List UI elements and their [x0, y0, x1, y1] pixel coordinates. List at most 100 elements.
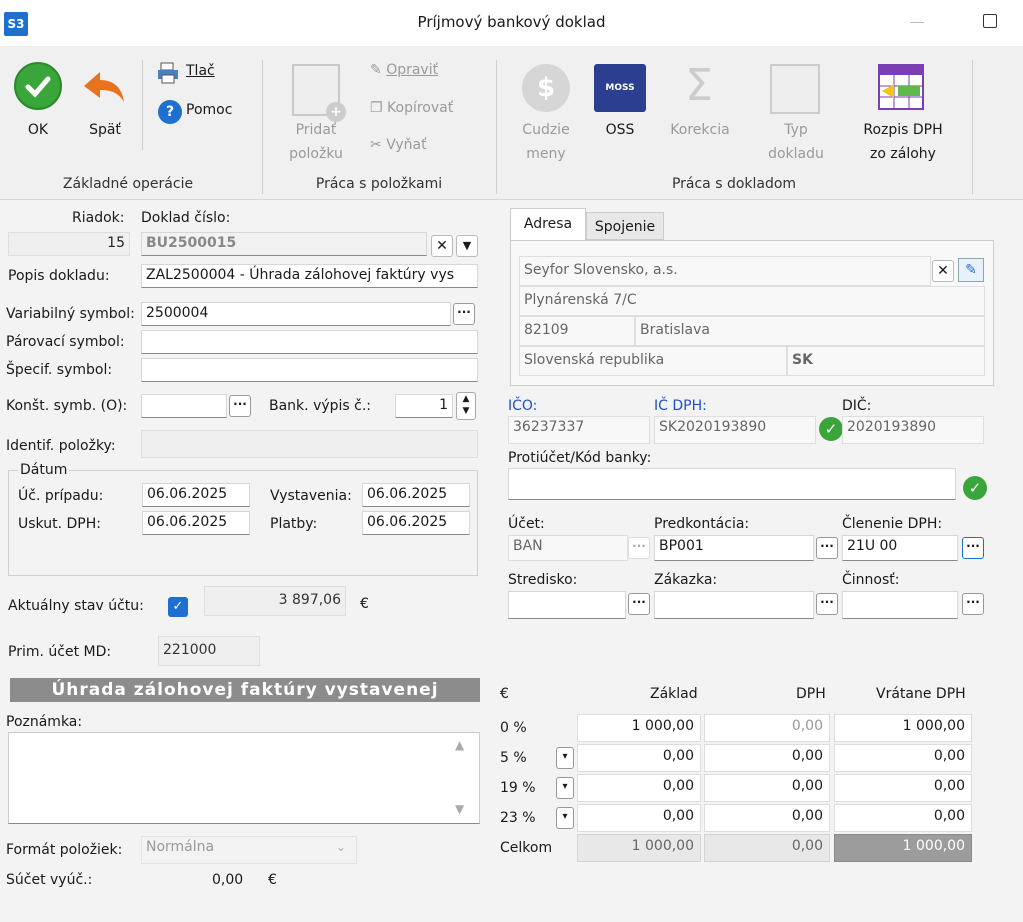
- print-label: Tlač: [186, 63, 215, 79]
- help-icon[interactable]: ?: [158, 100, 182, 124]
- vat-total-cell[interactable]: 0,00: [834, 774, 972, 802]
- vat-rate: 23 %: [500, 810, 536, 826]
- accounting-date-label: Úč. prípadu:: [18, 488, 104, 504]
- edit-button[interactable]: ✎ Opraviť: [370, 62, 438, 78]
- vat-breakdown-button[interactable]: Rozpis DPH zo zálohy: [850, 118, 956, 166]
- vat-breakdown-browse-button[interactable]: ···: [962, 537, 984, 559]
- rate-dropdown-icon[interactable]: ▾: [556, 747, 574, 769]
- order-field[interactable]: [654, 591, 814, 619]
- center-browse-button[interactable]: ···: [628, 593, 650, 615]
- counter-account-field[interactable]: [508, 468, 956, 500]
- vat-total-cell[interactable]: 0,00: [834, 804, 972, 832]
- vat-vat-cell[interactable]: 0,00: [704, 744, 830, 772]
- vat-base-cell[interactable]: 0,00: [577, 744, 701, 772]
- sum-label: Súčet vyúč.:: [6, 872, 93, 888]
- order-browse-button[interactable]: ···: [816, 593, 838, 615]
- sigma-icon[interactable]: Σ: [676, 60, 722, 111]
- vat-col-vat: DPH: [796, 686, 826, 702]
- oss-icon[interactable]: MOSS: [594, 64, 646, 112]
- accounting-date-field[interactable]: 06.06.2025: [142, 483, 250, 507]
- correction-button[interactable]: Korekcia: [662, 118, 738, 142]
- rate-dropdown-icon[interactable]: ▾: [556, 807, 574, 829]
- center-label: Stredisko:: [508, 572, 578, 588]
- doctype-icon[interactable]: [770, 64, 820, 114]
- ico-field: 36237337: [508, 416, 650, 444]
- help-button[interactable]: Pomoc: [186, 102, 232, 118]
- remove-button[interactable]: ✂ Vyňať: [370, 137, 427, 153]
- clear-icon[interactable]: ✕: [431, 235, 453, 257]
- vs-browse-button[interactable]: ···: [453, 303, 475, 325]
- dropdown-icon[interactable]: ▼: [456, 235, 478, 257]
- desc-label: Popis dokladu:: [8, 268, 110, 284]
- sum-currency: €: [268, 872, 277, 888]
- add-item-button[interactable]: Pridať položku: [278, 118, 354, 166]
- vat-base-cell[interactable]: 0,00: [577, 804, 701, 832]
- payment-date-field[interactable]: 06.06.2025: [362, 511, 470, 535]
- vat-rate: 5 %: [500, 750, 527, 766]
- vat-vat-cell[interactable]: 0,00: [704, 804, 830, 832]
- note-field[interactable]: [8, 732, 480, 824]
- scroll-down-icon[interactable]: ▼: [455, 802, 464, 816]
- desc-field[interactable]: ZAL2500004 - Úhrada zálohovej faktúry vy…: [141, 264, 478, 288]
- vat-vat-cell[interactable]: 0,00: [704, 714, 830, 742]
- vat-base-cell[interactable]: 1 000,00: [577, 714, 701, 742]
- minimize-button[interactable]: [910, 22, 924, 23]
- foreign-currency-button[interactable]: Cudzie meny: [508, 118, 584, 166]
- ps-field[interactable]: [141, 330, 478, 354]
- center-field[interactable]: [508, 591, 626, 619]
- vat-vat-cell[interactable]: 0,00: [704, 774, 830, 802]
- chevron-down-icon[interactable]: ⌄: [336, 840, 346, 854]
- tab-link[interactable]: Spojenie: [586, 212, 664, 240]
- rate-dropdown-icon[interactable]: ▾: [556, 777, 574, 799]
- ss-field[interactable]: [141, 358, 478, 382]
- scroll-up-icon[interactable]: ▲: [455, 738, 464, 752]
- ok-button[interactable]: OK: [18, 118, 58, 142]
- partner-street: Plynárenská 7/C: [519, 286, 985, 316]
- predkontacia-field[interactable]: BP001: [654, 535, 814, 561]
- ks-browse-button[interactable]: ···: [229, 395, 251, 417]
- undo-icon[interactable]: [82, 68, 128, 108]
- vat-date-label: Uskut. DPH:: [18, 516, 101, 532]
- tab-address[interactable]: Adresa: [510, 208, 586, 240]
- group-label-document: Práca s dokladom: [671, 176, 797, 192]
- partner-country: Slovenská republika: [519, 346, 787, 376]
- edit-partner-icon[interactable]: ✎: [958, 258, 984, 282]
- print-button[interactable]: Tlač: [186, 63, 215, 79]
- balance-checkbox[interactable]: ✓: [168, 597, 188, 617]
- row-field: 15: [8, 232, 130, 256]
- ks-field[interactable]: [141, 394, 227, 418]
- sum-value: 0,00: [212, 872, 244, 888]
- account-browse-button[interactable]: ···: [628, 537, 650, 559]
- vs-field[interactable]: 2500004: [141, 302, 451, 326]
- copy-button[interactable]: ❐ Kopírovať: [370, 100, 453, 116]
- issue-date-field[interactable]: 06.06.2025: [362, 483, 470, 507]
- activity-browse-button[interactable]: ···: [962, 593, 984, 615]
- add-item-label-1: Pridať: [295, 122, 337, 138]
- issue-date-label: Vystavenia:: [270, 488, 352, 504]
- maximize-button[interactable]: [983, 14, 997, 28]
- ok-icon[interactable]: [14, 62, 62, 110]
- vat-breakdown-icon[interactable]: [876, 62, 926, 112]
- icdph-label: IČ DPH:: [654, 398, 707, 414]
- oss-button[interactable]: OSS: [594, 118, 646, 142]
- vat-total-cell[interactable]: 0,00: [834, 744, 972, 772]
- vat-breakdown-code-field[interactable]: 21U 00: [842, 535, 958, 561]
- add-item-icon[interactable]: +: [292, 64, 346, 122]
- currency-icon[interactable]: $: [522, 64, 570, 112]
- balance-label: Aktuálny stav účtu:: [8, 598, 144, 614]
- doctype-button[interactable]: Typ dokladu: [756, 118, 836, 166]
- format-select[interactable]: Normálna: [141, 836, 357, 864]
- activity-field[interactable]: [842, 591, 958, 619]
- vat-base-cell[interactable]: 0,00: [577, 774, 701, 802]
- vat-total-cell[interactable]: 1 000,00: [834, 714, 972, 742]
- remove-label: Vyňať: [386, 137, 427, 153]
- doc-number-field[interactable]: BU2500015: [141, 232, 427, 256]
- spinner-icon[interactable]: ▲ ▼: [456, 392, 476, 420]
- predkontacia-browse-button[interactable]: ···: [816, 537, 838, 559]
- clear-partner-icon[interactable]: ✕: [932, 260, 954, 282]
- printer-icon[interactable]: [156, 62, 182, 84]
- edit-icon: ✎: [370, 62, 387, 78]
- bank-statement-field[interactable]: 1: [395, 394, 453, 418]
- vat-date-field[interactable]: 06.06.2025: [142, 511, 250, 535]
- back-button[interactable]: Späť: [80, 118, 130, 142]
